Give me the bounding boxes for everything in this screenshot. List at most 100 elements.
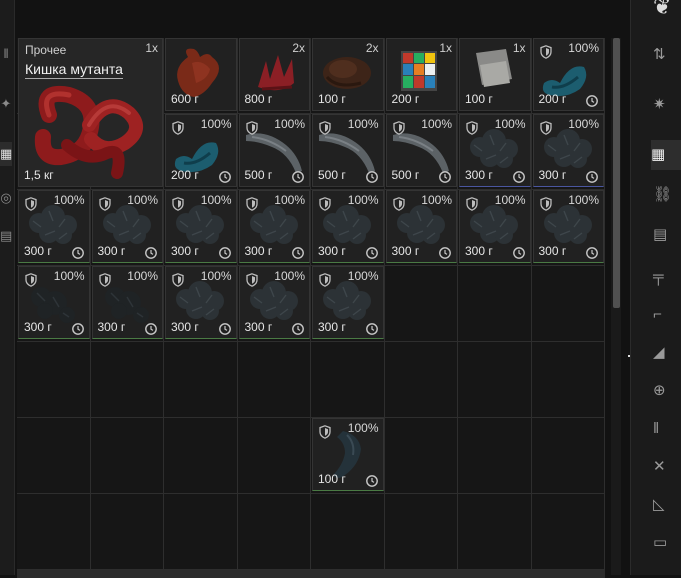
inventory-item-heart[interactable]: 600 г [165,38,237,111]
grid-view-icon[interactable]: ▦ [0,142,12,166]
inventory-item-stick[interactable]: 100% 500 г [385,114,457,187]
inventory-slot[interactable] [384,266,458,342]
all-items-grid-icon[interactable]: ▦ [651,140,681,170]
sort-icon[interactable]: ‖ [0,42,12,66]
shield-icon [392,121,405,135]
medkit-icon[interactable]: ⊕ [653,376,681,406]
inventory-slot[interactable] [531,418,605,494]
shield-icon [319,425,331,439]
inventory-item-spikes[interactable]: 2x 800 г [238,38,310,111]
inventory-slot[interactable] [237,418,311,494]
inventory-item-moss[interactable]: 100% 300 г [238,190,310,263]
armor-icon[interactable]: ▤ [653,220,681,250]
inventory-slot[interactable] [384,342,458,418]
container-icon[interactable]: ▭ [653,528,681,558]
inventory-slot[interactable] [384,418,458,494]
durability-percent: 100% [421,193,452,207]
inventory-item-moss[interactable]: 100% 300 г [532,114,604,187]
inventory-item-moss[interactable]: 100% 300 г [312,190,384,263]
inventory-slot[interactable] [90,418,164,494]
durability-percent: 100% [568,41,599,55]
inventory-item-tealstem[interactable]: 100% 200 г [532,38,604,111]
rifle-icon[interactable]: ╤ [653,262,681,292]
box-icon[interactable]: ▤ [0,224,12,248]
durability-percent: 100% [421,117,452,131]
inventory-item-stick[interactable]: 100% 500 г [312,114,384,187]
item-weight: 300 г [97,244,126,258]
durability-percent: 100% [200,269,232,283]
star-icon[interactable]: ✦ [0,92,12,116]
durability-percent: 100% [347,269,379,283]
item-weight: 200 г [171,168,199,182]
pistol-icon[interactable]: ⌐ [653,300,681,330]
inventory-slot[interactable] [458,342,532,418]
inventory-item-claw[interactable]: 100% 100 г [312,418,384,491]
inventory-slot[interactable] [237,342,311,418]
inventory-item-moss[interactable]: 100% 300 г [18,190,90,263]
inventory-slot[interactable] [384,494,458,570]
attachment-icon[interactable]: ⛓ [653,180,681,210]
inventory-item-stick[interactable]: 100% 500 г [238,114,310,187]
sort-icon[interactable]: ⇅ [653,40,681,70]
inventory-slot[interactable] [164,494,238,570]
inventory-slot[interactable] [164,418,238,494]
inventory-slot[interactable] [237,494,311,570]
item-weight: 300 г [244,244,273,258]
inventory-item-cube[interactable]: 1x 200 г [385,38,457,111]
emblem-icon: ❦ [653,0,672,19]
item-weight: 800 г [244,92,273,106]
inventory-item-moss[interactable]: 100% 300 г [385,190,457,263]
clock-icon [365,322,378,335]
inventory-item-tealstem[interactable]: 100% 200 г [165,114,237,187]
item-weight: 300 г [171,320,199,334]
inventory-slot[interactable] [90,342,164,418]
inventory-slot[interactable] [17,494,91,570]
shield-icon [25,197,37,211]
inventory-item-moss[interactable]: 100% 300 г [532,190,604,263]
inventory-item-fur[interactable]: 2x 100 г [312,38,384,111]
inventory-slot[interactable] [531,266,605,342]
inventory-item-darkmoss[interactable]: 100% 300 г [91,266,163,339]
inventory-item-moss[interactable]: 100% 300 г [459,190,531,263]
shield-icon [172,273,184,287]
blueprint-icon[interactable]: ◺ [653,490,681,520]
inventory-item-moss[interactable]: 100% 300 г [165,190,237,263]
link-icon[interactable]: ◎ [0,186,12,210]
inventory-slot[interactable] [458,494,532,570]
inventory-item-moss[interactable]: 100% 300 г [459,114,531,187]
grenade-icon[interactable]: ◢ [653,338,681,368]
inventory-slot[interactable] [17,342,91,418]
inventory-slot[interactable] [311,494,385,570]
inventory-slot[interactable] [90,494,164,570]
durability-percent: 100% [347,421,379,435]
inventory-slot[interactable] [458,418,532,494]
inventory-slot[interactable] [311,342,385,418]
item-quantity: 1x [439,41,452,55]
item-weight: 300 г [391,244,420,258]
star-filter-icon[interactable]: ✷ [653,90,681,120]
inventory-item-darkmoss[interactable]: 100% 300 г [18,266,90,339]
item-weight: 300 г [24,320,52,334]
inventory-scrollbar[interactable] [611,38,621,575]
inventory-slot[interactable] [531,494,605,570]
durability-percent: 100% [494,193,526,207]
item-weight: 100 г [318,92,346,106]
clock-icon [218,170,231,183]
inventory-slot[interactable] [164,342,238,418]
shield-icon [539,197,552,211]
scrollbar-thumb[interactable] [613,38,620,308]
tools-icon[interactable]: ✕ [653,452,681,482]
inventory-slot[interactable] [531,342,605,418]
inventory-item-moss[interactable]: 100% 300 г [312,266,384,339]
inventory-item-moss[interactable]: 100% 300 г [91,190,163,263]
clock-icon [439,246,451,259]
inventory-item-pack[interactable]: 1x 100 г [459,38,531,111]
inventory-item-moss[interactable]: 100% 300 г [238,266,310,339]
selected-item-card[interactable]: Прочее 1x Кишка мутанта 1,5 кг [18,38,163,187]
item-weight: 300 г [465,168,493,182]
inventory-slot[interactable] [17,418,91,494]
shield-icon [98,197,111,211]
ammo-icon[interactable]: ‖ [653,414,681,444]
inventory-item-moss[interactable]: 100% 300 г [165,266,237,339]
inventory-slot[interactable] [458,266,532,342]
